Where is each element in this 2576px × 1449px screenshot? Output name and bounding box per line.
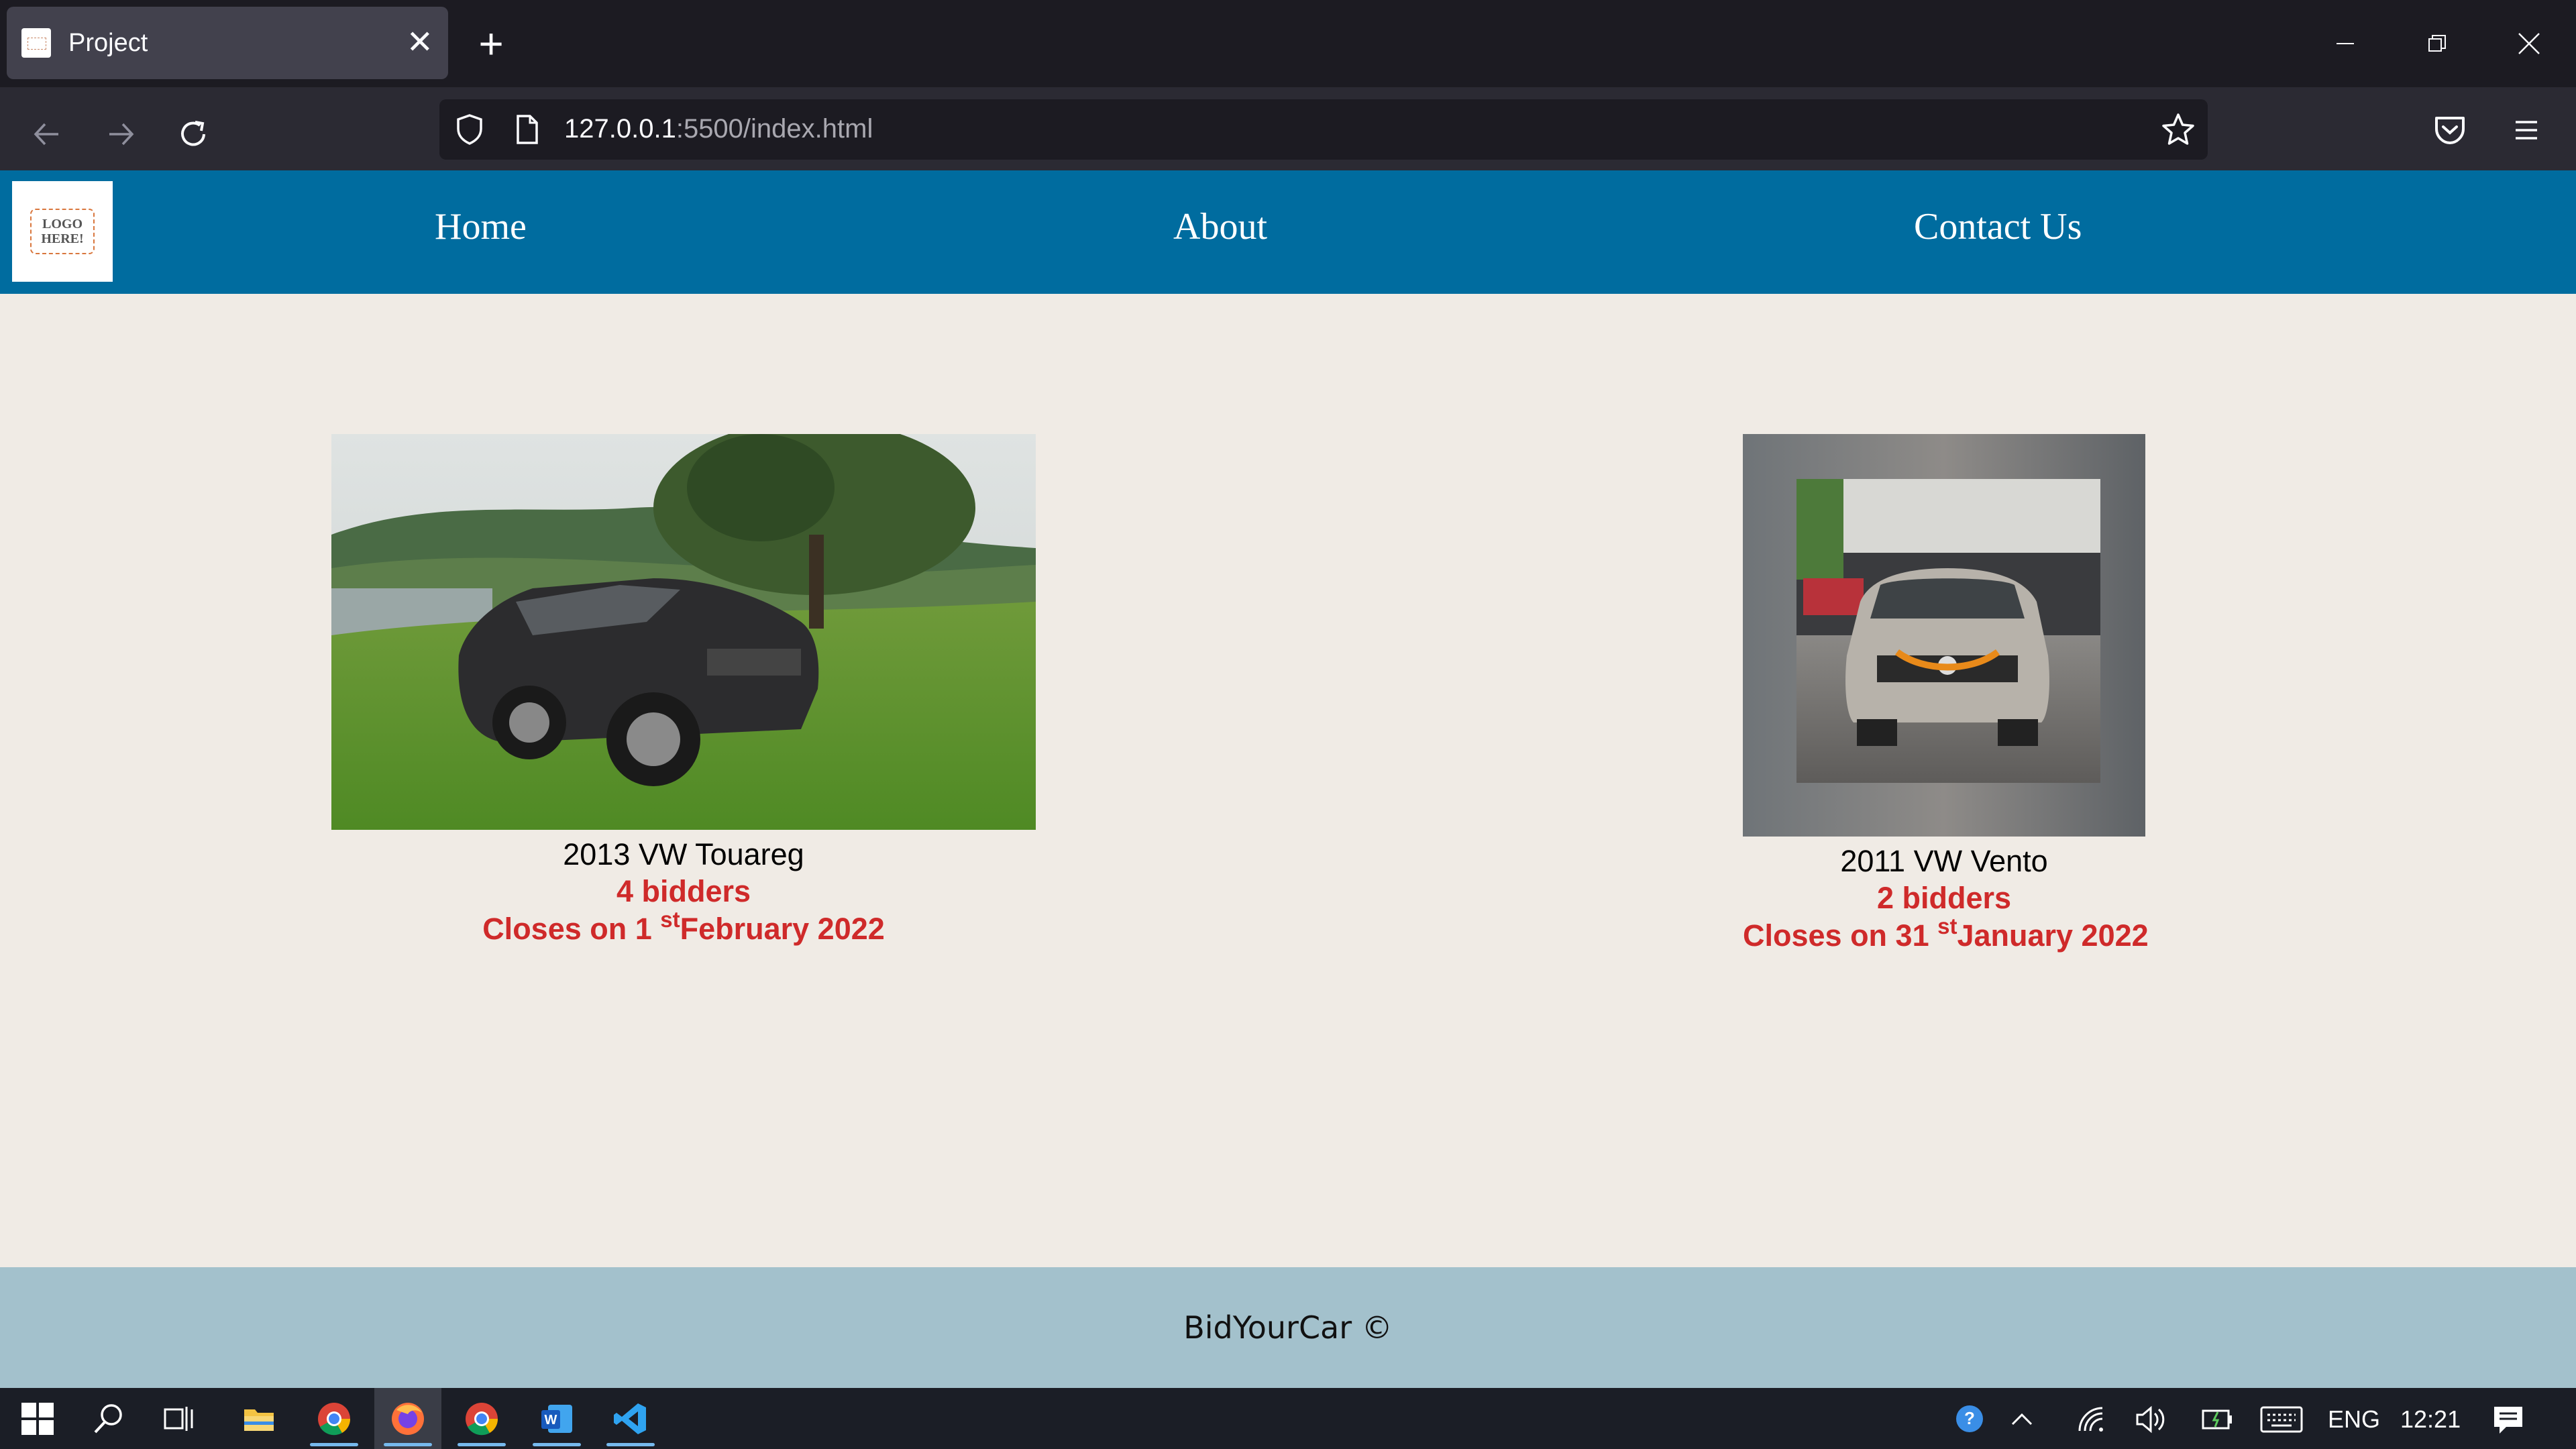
- car-photo[interactable]: [331, 434, 1036, 830]
- windows-start-icon: [21, 1402, 54, 1435]
- tab-title: Project: [68, 28, 148, 57]
- minimize-icon: [2337, 43, 2354, 44]
- listing-card: 2013 VW Touareg 4 bidders Closes on 1 st…: [331, 434, 1036, 948]
- nav-link-home[interactable]: Home: [435, 205, 527, 248]
- firefox-icon: [392, 1402, 424, 1435]
- car-photo[interactable]: [1743, 434, 2145, 837]
- running-indicator: [310, 1443, 358, 1446]
- closing-date-month: January 2022: [1957, 918, 2149, 953]
- url-host: 127.0.0.1: [564, 114, 676, 144]
- minimize-window-button[interactable]: [2312, 13, 2379, 74]
- closing-date-prefix: Closes on 1: [482, 912, 661, 946]
- active-indicator: [384, 1443, 432, 1446]
- site-logo[interactable]: LOGO HERE!: [12, 181, 113, 282]
- closing-date-month: February 2022: [680, 912, 885, 946]
- touareg-photo-image: [331, 434, 1036, 830]
- back-button[interactable]: [20, 107, 74, 161]
- close-tab-icon[interactable]: ✕: [407, 24, 433, 62]
- reload-icon: [181, 121, 205, 146]
- browser-tab-strip: Project ✕ +: [0, 0, 2576, 87]
- running-indicator: [458, 1443, 506, 1446]
- closing-date: Closes on 1 stFebruary 2022: [331, 907, 1036, 948]
- browser-toolbar: 127.0.0.1:5500/index.html: [0, 87, 2576, 170]
- word-taskbar-button[interactable]: W: [523, 1388, 590, 1449]
- file-explorer-icon: [244, 1409, 274, 1431]
- ordinal-suffix: st: [660, 907, 680, 932]
- tab-favicon-icon: [21, 28, 51, 58]
- notifications-icon[interactable]: [2491, 1404, 2525, 1435]
- input-language[interactable]: ENG: [2328, 1405, 2380, 1434]
- vento-photo-image: [1743, 434, 2145, 837]
- running-indicator: [533, 1443, 581, 1446]
- nav-link-about[interactable]: About: [1173, 205, 1267, 248]
- chrome-icon: [318, 1402, 351, 1435]
- url-path: :5500/index.html: [676, 114, 873, 144]
- word-icon: W: [541, 1404, 572, 1433]
- closing-date-prefix: Closes on 31: [1743, 918, 1938, 953]
- site-header: LOGO HERE! Home About Contact Us: [0, 170, 2576, 294]
- system-clock[interactable]: 12:21: [2400, 1405, 2461, 1434]
- nav-link-contact-us[interactable]: Contact Us: [1914, 205, 2082, 248]
- svg-text:?: ?: [1964, 1408, 1975, 1428]
- new-tab-button[interactable]: +: [470, 17, 513, 70]
- browser-tab[interactable]: Project ✕: [7, 7, 448, 79]
- address-bar[interactable]: 127.0.0.1:5500/index.html: [439, 99, 2208, 160]
- hamburger-menu-icon[interactable]: [2506, 110, 2546, 150]
- battery-icon[interactable]: [2200, 1404, 2234, 1435]
- page-info-icon[interactable]: [510, 113, 543, 146]
- url-text: 127.0.0.1:5500/index.html: [564, 114, 873, 144]
- volume-icon[interactable]: [2135, 1404, 2168, 1435]
- shield-icon[interactable]: [453, 113, 486, 146]
- site-footer: BidYourCar ©: [0, 1267, 2576, 1388]
- windows-taskbar: W ? ENG 12:21: [0, 1388, 2576, 1449]
- chrome-taskbar-button[interactable]: [301, 1388, 368, 1449]
- search-button[interactable]: [75, 1388, 142, 1449]
- wifi-icon[interactable]: [2076, 1404, 2106, 1435]
- search-icon: [94, 1403, 122, 1433]
- closing-date: Closes on 31 stJanuary 2022: [1743, 914, 2149, 955]
- task-view-button[interactable]: [146, 1388, 213, 1449]
- listing-title: 2013 VW Touareg: [563, 837, 804, 871]
- file-explorer-button[interactable]: [225, 1388, 292, 1449]
- running-indicator: [606, 1443, 655, 1446]
- close-icon: [2518, 33, 2540, 54]
- svg-text:W: W: [545, 1413, 557, 1428]
- task-view-icon: [164, 1406, 193, 1431]
- close-window-button[interactable]: [2496, 13, 2563, 74]
- bidder-count: 2 bidders: [1876, 881, 2012, 915]
- bidder-count: 4 bidders: [616, 874, 751, 908]
- chrome-icon: [466, 1402, 498, 1435]
- footer-brand: BidYourCar ©: [1183, 1309, 1393, 1346]
- logo-text: LOGO HERE!: [30, 209, 95, 254]
- chevron-up-icon[interactable]: [2008, 1405, 2035, 1432]
- restore-icon: [2428, 35, 2446, 52]
- keyboard-icon[interactable]: [2259, 1405, 2304, 1434]
- forward-button[interactable]: [94, 107, 148, 161]
- pocket-icon[interactable]: [2430, 110, 2470, 150]
- vscode-taskbar-button[interactable]: [597, 1388, 664, 1449]
- bookmark-star-icon[interactable]: [2159, 111, 2197, 149]
- back-arrow-icon: [34, 123, 58, 146]
- restore-window-button[interactable]: [2404, 13, 2471, 74]
- ordinal-suffix: st: [1937, 914, 1957, 938]
- help-icon[interactable]: ?: [1953, 1403, 1986, 1435]
- reload-button[interactable]: [166, 107, 220, 161]
- firefox-taskbar-button[interactable]: [374, 1388, 441, 1449]
- start-button[interactable]: [4, 1388, 71, 1449]
- vscode-icon: [614, 1403, 646, 1434]
- chrome-taskbar-button-2[interactable]: [448, 1388, 515, 1449]
- listing-title: 2011 VW Vento: [1840, 844, 2048, 878]
- forward-arrow-icon: [109, 123, 134, 146]
- listing-card: 2011 VW Vento 2 bidders Closes on 31 stJ…: [1743, 434, 2149, 955]
